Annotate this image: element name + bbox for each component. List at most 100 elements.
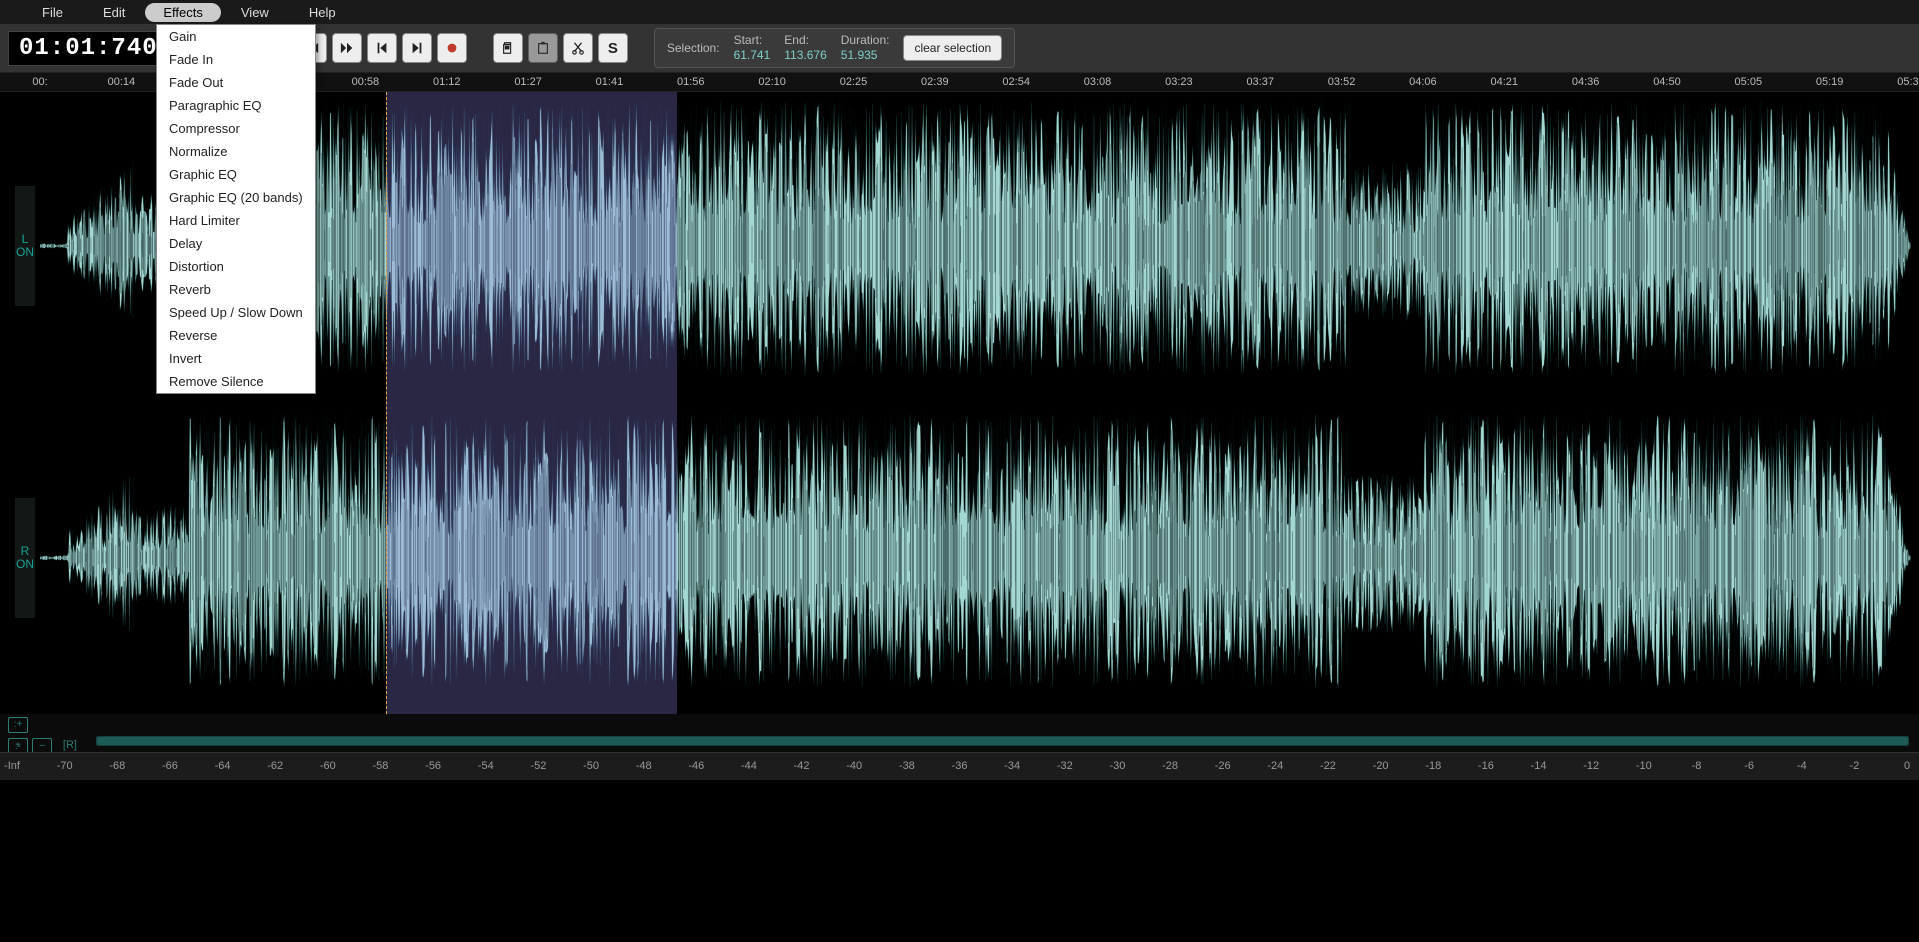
db-tick: -18 bbox=[1425, 760, 1441, 772]
channel-left-label[interactable]: LON bbox=[16, 233, 34, 259]
db-tick: -32 bbox=[1057, 760, 1073, 772]
effect-reverb[interactable]: Reverb bbox=[157, 278, 315, 301]
effect-hard-limiter[interactable]: Hard Limiter bbox=[157, 209, 315, 232]
db-tick: -8 bbox=[1692, 760, 1702, 772]
effects-dropdown: GainFade InFade OutParagraphic EQCompres… bbox=[156, 24, 316, 394]
ruler-tick: 00:58 bbox=[352, 76, 380, 88]
effect-fade-out[interactable]: Fade Out bbox=[157, 71, 315, 94]
effect-distortion[interactable]: Distortion bbox=[157, 255, 315, 278]
bottom-pad bbox=[0, 780, 1919, 942]
menu-effects[interactable]: Effects bbox=[145, 3, 221, 22]
selection-end-value: 113.676 bbox=[784, 48, 827, 63]
ruler-tick: 05:05 bbox=[1735, 76, 1763, 88]
ruler-tick: 03:37 bbox=[1246, 76, 1274, 88]
db-tick: -66 bbox=[162, 760, 178, 772]
waveform-left bbox=[40, 92, 1911, 400]
waveform-right bbox=[40, 404, 1911, 712]
effect-remove-silence[interactable]: Remove Silence bbox=[157, 370, 315, 393]
db-tick: -10 bbox=[1636, 760, 1652, 772]
effect-gain[interactable]: Gain bbox=[157, 25, 315, 48]
channel-right[interactable]: RON bbox=[40, 404, 1911, 712]
db-tick: 0 bbox=[1904, 760, 1910, 772]
db-scale: -Inf-70-68-66-64-62-60-58-56-54-52-50-48… bbox=[0, 752, 1919, 780]
cut-button[interactable] bbox=[563, 33, 593, 63]
ruler-tick: 04:06 bbox=[1409, 76, 1437, 88]
db-tick: -16 bbox=[1478, 760, 1494, 772]
skip-forward-button[interactable] bbox=[402, 33, 432, 63]
effect-normalize[interactable]: Normalize bbox=[157, 140, 315, 163]
forward-icon bbox=[340, 41, 354, 55]
timecode-display: 01:01:740 bbox=[8, 31, 169, 66]
vertical-zoom-in-button[interactable]: :+ bbox=[8, 717, 28, 733]
effect-compressor[interactable]: Compressor bbox=[157, 117, 315, 140]
edit-group: S bbox=[493, 33, 628, 63]
selection-start-label: Start: bbox=[734, 33, 763, 48]
db-tick: -58 bbox=[373, 760, 389, 772]
clear-selection-button[interactable]: clear selection bbox=[903, 35, 1002, 61]
db-tick: -26 bbox=[1215, 760, 1231, 772]
silence-button[interactable]: S bbox=[598, 33, 628, 63]
db-tick: -14 bbox=[1531, 760, 1547, 772]
db-tick: -24 bbox=[1267, 760, 1283, 772]
menu-edit[interactable]: Edit bbox=[83, 2, 145, 23]
horizontal-scrollbar[interactable] bbox=[96, 736, 1909, 746]
menu-bar: FileEditEffectsViewHelp bbox=[0, 0, 1919, 24]
scrollbar-thumb[interactable] bbox=[97, 737, 1908, 745]
ruler-tick: 01:56 bbox=[677, 76, 705, 88]
effect-graphic-eq-20-bands-[interactable]: Graphic EQ (20 bands) bbox=[157, 186, 315, 209]
db-tick: -54 bbox=[478, 760, 494, 772]
db-tick: -62 bbox=[267, 760, 283, 772]
forward-button[interactable] bbox=[332, 33, 362, 63]
db-tick: -6 bbox=[1744, 760, 1754, 772]
ruler-tick: 00:14 bbox=[108, 76, 136, 88]
db-tick: -2 bbox=[1849, 760, 1859, 772]
skip-forward-icon bbox=[410, 41, 424, 55]
db-tick: -42 bbox=[794, 760, 810, 772]
db-tick: -48 bbox=[636, 760, 652, 772]
skip-back-icon bbox=[375, 41, 389, 55]
effect-paragraphic-eq[interactable]: Paragraphic EQ bbox=[157, 94, 315, 117]
silence-label: S bbox=[608, 40, 618, 57]
ruler-tick: 02:54 bbox=[1002, 76, 1030, 88]
record-icon bbox=[445, 41, 459, 55]
db-tick: -64 bbox=[215, 760, 231, 772]
record-button[interactable] bbox=[437, 33, 467, 63]
menu-view[interactable]: View bbox=[221, 2, 289, 23]
db-tick: -68 bbox=[109, 760, 125, 772]
db-tick: -44 bbox=[741, 760, 757, 772]
ruler-tick: 03:23 bbox=[1165, 76, 1193, 88]
selection-duration-label: Duration: bbox=[841, 33, 890, 48]
zoom-reset-button[interactable]: [R] bbox=[63, 739, 77, 751]
db-tick: -20 bbox=[1373, 760, 1389, 772]
effect-reverse[interactable]: Reverse bbox=[157, 324, 315, 347]
copy-button[interactable] bbox=[493, 33, 523, 63]
db-tick: -60 bbox=[320, 760, 336, 772]
ruler-tick: 04:50 bbox=[1653, 76, 1681, 88]
effect-speed-up-slow-down[interactable]: Speed Up / Slow Down bbox=[157, 301, 315, 324]
effect-fade-in[interactable]: Fade In bbox=[157, 48, 315, 71]
skip-back-button[interactable] bbox=[367, 33, 397, 63]
channel-left[interactable]: LON bbox=[40, 92, 1911, 400]
ruler-tick: 01:41 bbox=[596, 76, 624, 88]
effect-graphic-eq[interactable]: Graphic EQ bbox=[157, 163, 315, 186]
menu-help[interactable]: Help bbox=[289, 2, 356, 23]
ruler-tick: 01:12 bbox=[433, 76, 461, 88]
selection-label: Selection: bbox=[667, 41, 720, 55]
ruler-tick: 05:19 bbox=[1816, 76, 1844, 88]
selection-start-value: 61.741 bbox=[734, 48, 771, 63]
ruler-tick: 02:25 bbox=[840, 76, 868, 88]
db-tick: -70 bbox=[57, 760, 73, 772]
db-tick: -40 bbox=[846, 760, 862, 772]
db-tick: -38 bbox=[899, 760, 915, 772]
menu-file[interactable]: File bbox=[22, 2, 83, 23]
db-tick: -46 bbox=[688, 760, 704, 772]
db-tick: -30 bbox=[1109, 760, 1125, 772]
channel-right-label[interactable]: RON bbox=[16, 545, 34, 571]
ruler-tick: 03:08 bbox=[1084, 76, 1112, 88]
ruler-tick: 05:34 bbox=[1897, 76, 1919, 88]
db-tick: -4 bbox=[1797, 760, 1807, 772]
paste-button[interactable] bbox=[528, 33, 558, 63]
effect-invert[interactable]: Invert bbox=[157, 347, 315, 370]
effect-delay[interactable]: Delay bbox=[157, 232, 315, 255]
db-tick: -50 bbox=[583, 760, 599, 772]
